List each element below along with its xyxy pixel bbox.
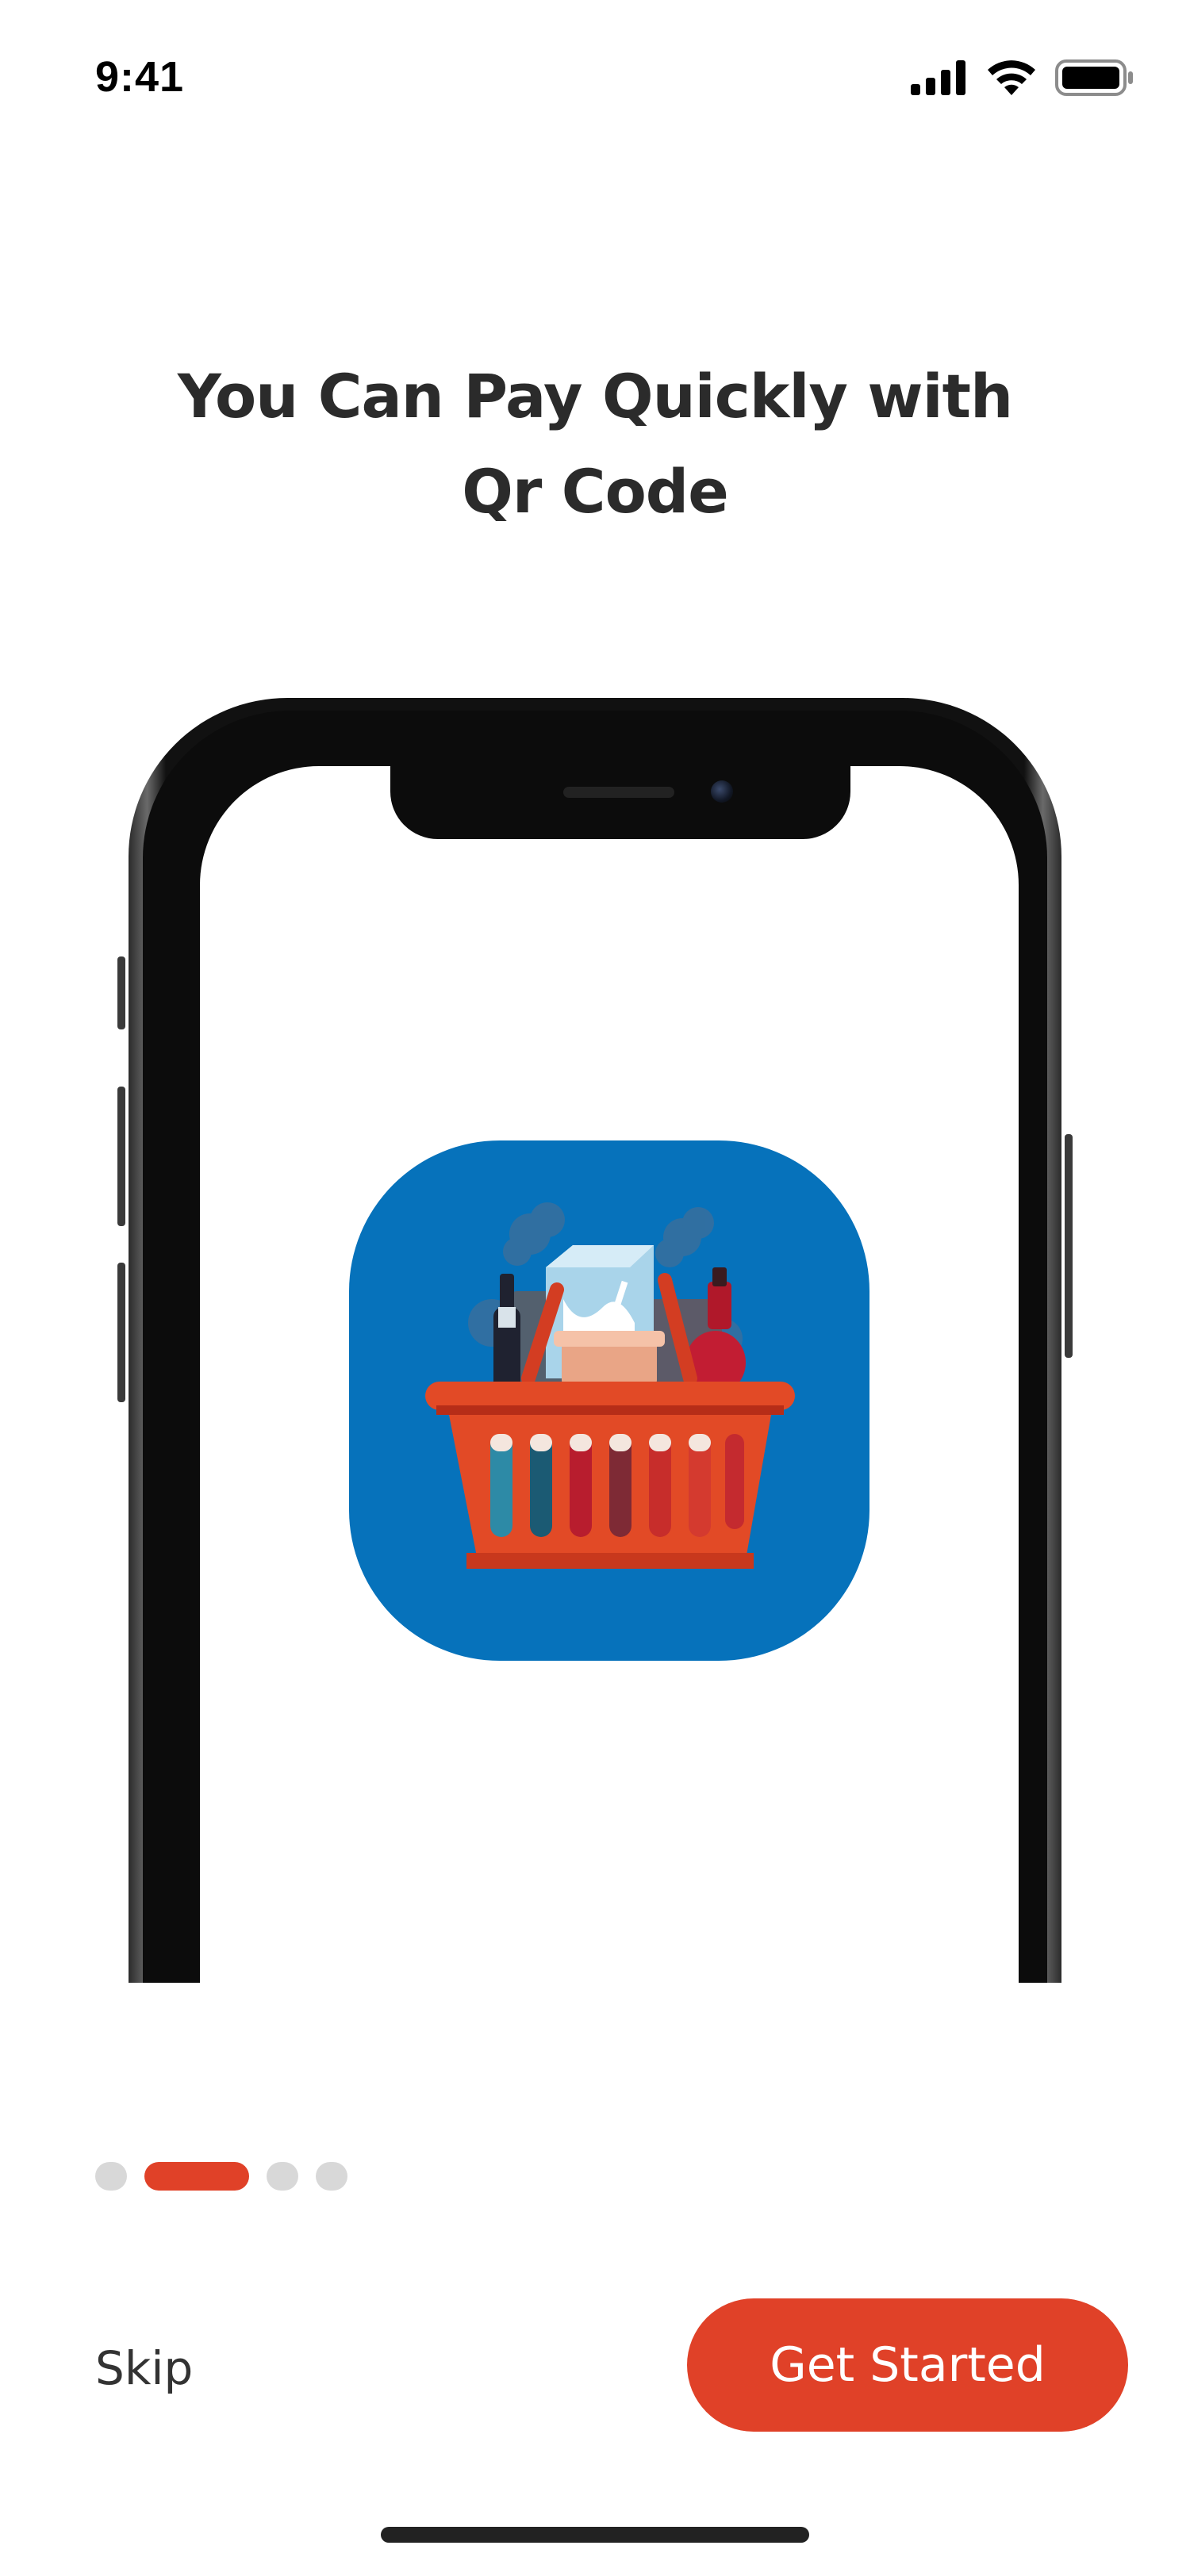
- phone-notch: [390, 761, 850, 839]
- page-dot-1[interactable]: [95, 2162, 127, 2191]
- get-started-button[interactable]: Get Started: [687, 2298, 1128, 2432]
- status-bar: 9:41: [0, 0, 1190, 159]
- signal-icon: [911, 60, 968, 98]
- phone-speaker: [563, 787, 674, 798]
- skip-button[interactable]: Skip: [95, 2336, 193, 2400]
- battery-icon: [1055, 59, 1134, 99]
- phone-camera: [711, 780, 733, 803]
- title-line-1: You Can Pay Quickly with: [177, 361, 1013, 431]
- page-dot-4[interactable]: [316, 2162, 347, 2191]
- page-dot-3[interactable]: [267, 2162, 298, 2191]
- status-icons: [911, 59, 1134, 100]
- home-indicator[interactable]: [381, 2527, 809, 2543]
- wifi-icon: [985, 59, 1038, 100]
- page-indicator: [95, 2162, 347, 2191]
- status-time: 9:41: [95, 53, 185, 101]
- grocery-basket-icon: [349, 1140, 869, 1661]
- onboarding-title: You Can Pay Quickly with Qr Code: [119, 349, 1071, 539]
- title-line-2: Qr Code: [462, 456, 728, 527]
- page-dot-2-active[interactable]: [144, 2162, 249, 2191]
